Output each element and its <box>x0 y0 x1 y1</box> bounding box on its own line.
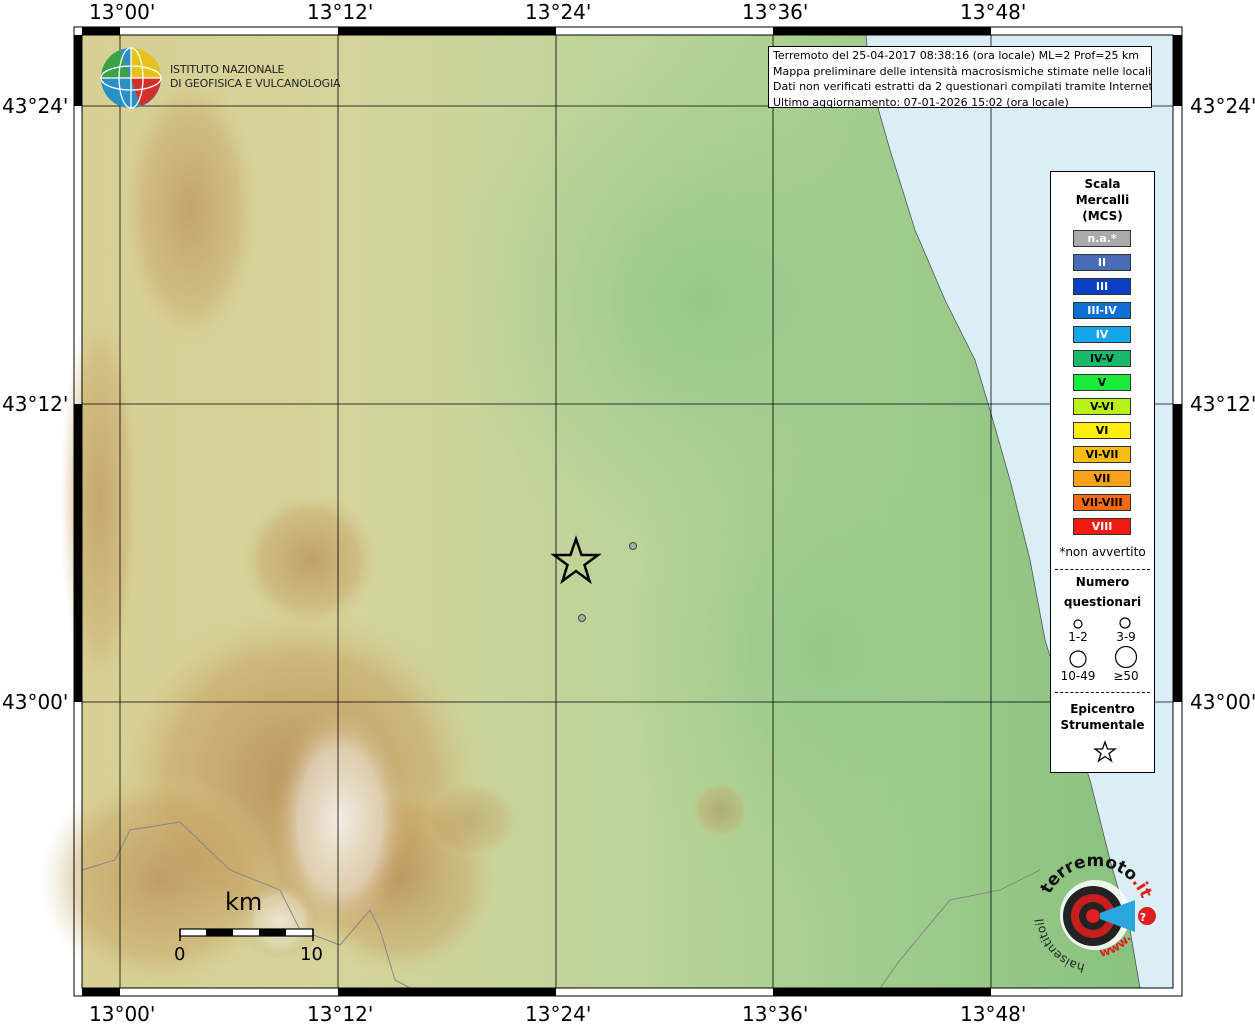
intensity-legend-item: IV-V <box>1073 350 1131 367</box>
lat-tick-label-right: 43°00' <box>1190 690 1255 714</box>
intensity-legend-item: n.a.* <box>1073 230 1131 247</box>
scalebar-unit: km <box>225 888 263 916</box>
lon-tick-label: 13°24' <box>525 0 592 24</box>
event-info-box: Terremoto del 25-04-2017 08:38:16 (ora l… <box>768 46 1152 108</box>
count-label: 10-49 <box>1060 669 1096 683</box>
ingv-logo-icon <box>100 47 162 109</box>
lon-tick-label: 13°00' <box>89 0 156 24</box>
lon-tick-label: 13°48' <box>960 0 1027 24</box>
intensity-map: 13°00' 13°12' 13°24' 13°36' 13°48' 13°00… <box>0 0 1255 1026</box>
lon-tick-label: 13°12' <box>307 0 374 24</box>
lon-tick-label-bottom: 13°36' <box>742 1002 809 1026</box>
lon-tick-label: 13°36' <box>742 0 809 24</box>
badge-text-left: haisentitoil <box>1033 918 1086 975</box>
intensity-legend-item: VIII <box>1073 518 1131 535</box>
count-label: ≥50 <box>1113 669 1139 683</box>
institute-name: ISTITUTO NAZIONALE DI GEOFISICA E VULCAN… <box>170 63 341 91</box>
event-info-line: Mappa preliminare delle intensità macros… <box>773 64 1152 78</box>
lat-tick-label-right: 43°12' <box>1190 392 1255 416</box>
intensity-legend-item: III-IV <box>1073 302 1131 319</box>
count-label: 1-2 <box>1068 630 1088 644</box>
report-marker <box>629 542 637 550</box>
intensity-legend-item: VII <box>1073 470 1131 487</box>
svg-text:haisentitoil: haisentitoil <box>1033 918 1086 975</box>
epicenter-title: Strumentale <box>1060 718 1145 732</box>
legend-divider <box>1055 569 1150 570</box>
epicenter-legend-star-icon <box>1093 740 1117 763</box>
lon-tick-label-bottom: 13°48' <box>960 1002 1027 1026</box>
haisentito-badge-text: terremoto.it haisentitoil www. ? <box>1033 851 1156 975</box>
lon-tick-label-bottom: 13°12' <box>307 1002 374 1026</box>
scalebar-end: 10 <box>300 944 323 965</box>
not-felt-note: *non avvertito <box>1059 545 1146 559</box>
lon-tick-label-bottom: 13°00' <box>89 1002 156 1026</box>
institute-name-line1: ISTITUTO NAZIONALE <box>170 63 285 76</box>
lat-tick-label: 43°12' <box>2 392 69 416</box>
badge-question: ? <box>1140 911 1146 924</box>
count-title: questionari <box>1063 595 1142 609</box>
count-title: Numero <box>1075 575 1130 589</box>
intensity-legend-item: V <box>1073 374 1131 391</box>
intensity-legend-item: II <box>1073 254 1131 271</box>
event-info-line: Ultimo aggiornamento: 07-01-2026 15:02 (… <box>773 95 1069 108</box>
intensity-legend-item: III <box>1073 278 1131 295</box>
institute-name-line2: DI GEOFISICA E VULCANOLOGIA <box>170 77 341 90</box>
legend-title: (MCS) <box>1082 209 1123 223</box>
event-info-line: Dati non verificati estratti da 2 questi… <box>773 80 1152 93</box>
intensity-legend-item: IV <box>1073 326 1131 343</box>
count-label: 3-9 <box>1116 630 1136 644</box>
scalebar-start: 0 <box>174 944 186 965</box>
intensity-legend-item: VI <box>1073 422 1131 439</box>
svg-text:terremoto.it: terremoto.it <box>1037 851 1156 901</box>
intensity-legend-item: VII-VIII <box>1073 494 1131 511</box>
svg-text:www.: www. <box>1098 931 1134 960</box>
legend-title: Scala <box>1084 177 1121 191</box>
intensity-legend-item: VI-VII <box>1073 446 1131 463</box>
intensity-legend-item: V-VI <box>1073 398 1131 415</box>
legend-divider <box>1055 692 1150 693</box>
legend-panel: Scala Mercalli (MCS) n.a.* II III III-IV IV I… <box>1050 171 1155 773</box>
lat-tick-label-right: 43°24' <box>1190 94 1255 118</box>
epicenter-title: Epicentro <box>1070 702 1135 716</box>
lat-tick-label: 43°24' <box>2 94 69 118</box>
badge-text-bottom: www. <box>1098 931 1134 960</box>
event-info-line: Terremoto del 25-04-2017 08:38:16 (ora l… <box>773 49 1140 62</box>
lon-tick-label-bottom: 13°24' <box>525 1002 592 1026</box>
lat-tick-label: 43°00' <box>2 690 69 714</box>
badge-text-top: terremoto <box>1037 851 1142 897</box>
report-marker <box>578 614 586 622</box>
legend-title: Mercalli <box>1075 193 1130 207</box>
